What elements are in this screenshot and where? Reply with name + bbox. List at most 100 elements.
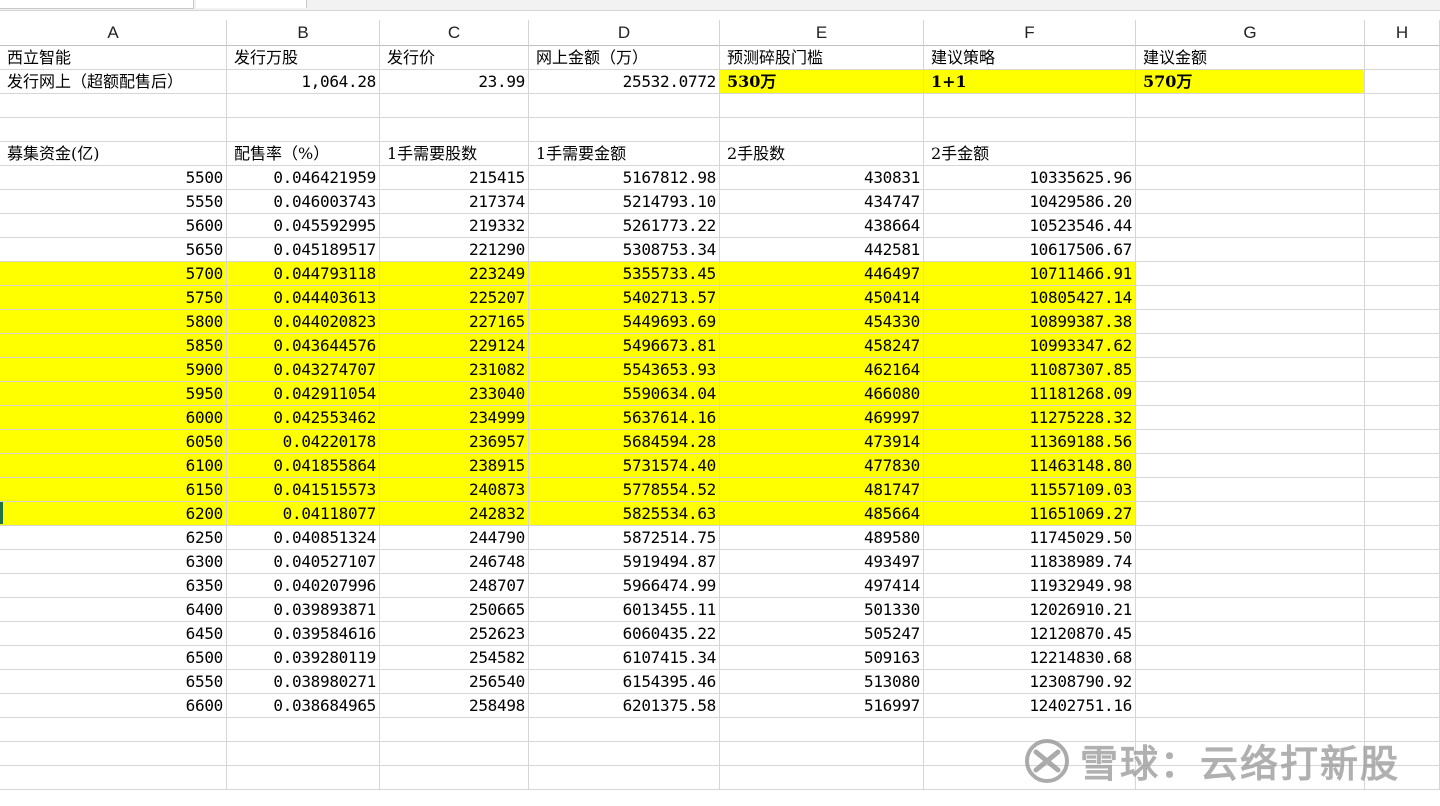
cell-allotment-rate[interactable]: 0.039584616: [227, 622, 380, 646]
empty-cell[interactable]: [529, 766, 720, 790]
cell-strategy-value[interactable]: 1+1: [924, 70, 1136, 94]
empty-cell[interactable]: [1365, 694, 1440, 718]
cell-two-lot-shares[interactable]: 489580: [720, 526, 924, 550]
cell-one-lot-shares[interactable]: 242832: [380, 502, 529, 526]
cell-allotment-rate[interactable]: 0.04220178: [227, 430, 380, 454]
empty-cell[interactable]: [1136, 526, 1365, 550]
empty-cell[interactable]: [227, 742, 380, 766]
cell-two-lot-shares[interactable]: 497414: [720, 574, 924, 598]
empty-cell[interactable]: [1365, 406, 1440, 430]
cell-allotment-rate[interactable]: 0.043644576: [227, 334, 380, 358]
cell-one-lot-amount[interactable]: 5214793.10: [529, 190, 720, 214]
cell-two-lot-amount[interactable]: 10711466.91: [924, 262, 1136, 286]
cell-one-lot-shares[interactable]: 221290: [380, 238, 529, 262]
header-one-lot-amount[interactable]: 1手需要金额: [529, 142, 720, 166]
cell-one-lot-shares[interactable]: 215415: [380, 166, 529, 190]
cell-raised-funds[interactable]: 5950: [0, 382, 227, 406]
cell-one-lot-shares[interactable]: 233040: [380, 382, 529, 406]
cell-two-lot-amount[interactable]: 11745029.50: [924, 526, 1136, 550]
cell-one-lot-shares[interactable]: 229124: [380, 334, 529, 358]
cell-one-lot-amount[interactable]: 6201375.58: [529, 694, 720, 718]
cell-one-lot-shares[interactable]: 231082: [380, 358, 529, 382]
empty-cell[interactable]: [380, 94, 529, 118]
empty-cell[interactable]: [1136, 166, 1365, 190]
cell-two-lot-amount[interactable]: 10993347.62: [924, 334, 1136, 358]
cell-allotment-rate[interactable]: 0.039893871: [227, 598, 380, 622]
cell-two-lot-shares[interactable]: 501330: [720, 598, 924, 622]
cell-allotment-rate[interactable]: 0.040527107: [227, 550, 380, 574]
cell-one-lot-amount[interactable]: 6060435.22: [529, 622, 720, 646]
empty-cell[interactable]: [380, 118, 529, 142]
empty-cell[interactable]: [1365, 598, 1440, 622]
cell-allotment-rate[interactable]: 0.039280119: [227, 646, 380, 670]
empty-cell[interactable]: [1365, 310, 1440, 334]
cell-one-lot-shares[interactable]: 248707: [380, 574, 529, 598]
cell-one-lot-shares[interactable]: 223249: [380, 262, 529, 286]
header-two-lot-amount[interactable]: 2手金额: [924, 142, 1136, 166]
cell-two-lot-shares[interactable]: 458247: [720, 334, 924, 358]
cell-issue-online-label[interactable]: 发行网上（超额配售后）: [0, 70, 227, 94]
empty-cell[interactable]: [0, 118, 227, 142]
header-two-lot-shares[interactable]: 2手股数: [720, 142, 924, 166]
cell-one-lot-shares[interactable]: 258498: [380, 694, 529, 718]
empty-cell[interactable]: [227, 766, 380, 790]
cell-one-lot-amount[interactable]: 5731574.40: [529, 454, 720, 478]
empty-cell[interactable]: [1365, 454, 1440, 478]
cell-one-lot-amount[interactable]: 5449693.69: [529, 310, 720, 334]
cell-allotment-rate[interactable]: 0.044020823: [227, 310, 380, 334]
cell-suggested-amount-label[interactable]: 建议金额: [1136, 46, 1365, 70]
cell-two-lot-shares[interactable]: 477830: [720, 454, 924, 478]
empty-cell[interactable]: [1136, 670, 1365, 694]
cell-allotment-rate[interactable]: 0.045189517: [227, 238, 380, 262]
cell-raised-funds[interactable]: 6250: [0, 526, 227, 550]
empty-cell[interactable]: [1365, 334, 1440, 358]
header-allotment-rate[interactable]: 配售率（%）: [227, 142, 380, 166]
cell-issue-price-value[interactable]: 23.99: [380, 70, 529, 94]
empty-cell[interactable]: [1136, 478, 1365, 502]
cell-allotment-rate[interactable]: 0.041855864: [227, 454, 380, 478]
cell-raised-funds[interactable]: 6200: [0, 502, 227, 526]
cell-one-lot-amount[interactable]: 6107415.34: [529, 646, 720, 670]
empty-cell[interactable]: [1136, 142, 1365, 166]
cell-two-lot-shares[interactable]: 469997: [720, 406, 924, 430]
cell-online-amount-value[interactable]: 25532.0772: [529, 70, 720, 94]
cell-raised-funds[interactable]: 5600: [0, 214, 227, 238]
cell-raised-funds[interactable]: 6600: [0, 694, 227, 718]
cell-two-lot-amount[interactable]: 11838989.74: [924, 550, 1136, 574]
empty-cell[interactable]: [1365, 358, 1440, 382]
empty-cell[interactable]: [720, 94, 924, 118]
empty-cell[interactable]: [1136, 430, 1365, 454]
cell-raised-funds[interactable]: 6000: [0, 406, 227, 430]
cell-two-lot-amount[interactable]: 12214830.68: [924, 646, 1136, 670]
cell-company-name[interactable]: 西立智能: [0, 46, 227, 70]
empty-cell[interactable]: [1365, 430, 1440, 454]
cell-issue-price-label[interactable]: 发行价: [380, 46, 529, 70]
cell-raised-funds[interactable]: 5650: [0, 238, 227, 262]
empty-cell[interactable]: [1136, 598, 1365, 622]
cell-suggested-amount-value[interactable]: 570万: [1136, 70, 1365, 94]
empty-cell[interactable]: [1136, 190, 1365, 214]
cell-two-lot-amount[interactable]: 12120870.45: [924, 622, 1136, 646]
cell-online-amount-label[interactable]: 网上金额（万）: [529, 46, 720, 70]
cell-raised-funds[interactable]: 6400: [0, 598, 227, 622]
empty-cell[interactable]: [1136, 238, 1365, 262]
cell-threshold-value[interactable]: 530万: [720, 70, 924, 94]
empty-cell[interactable]: [1365, 502, 1440, 526]
empty-cell[interactable]: [1365, 70, 1440, 94]
cell-one-lot-shares[interactable]: 219332: [380, 214, 529, 238]
column-header-h[interactable]: H: [1365, 20, 1440, 46]
cell-two-lot-shares[interactable]: 516997: [720, 694, 924, 718]
cell-one-lot-amount[interactable]: 5543653.93: [529, 358, 720, 382]
cell-one-lot-amount[interactable]: 5402713.57: [529, 286, 720, 310]
empty-cell[interactable]: [1365, 646, 1440, 670]
cell-allotment-rate[interactable]: 0.045592995: [227, 214, 380, 238]
cell-one-lot-amount[interactable]: 5590634.04: [529, 382, 720, 406]
cell-one-lot-shares[interactable]: 254582: [380, 646, 529, 670]
empty-cell[interactable]: [1136, 454, 1365, 478]
empty-cell[interactable]: [529, 742, 720, 766]
cell-two-lot-shares[interactable]: 450414: [720, 286, 924, 310]
cell-threshold-label[interactable]: 预测碎股门槛: [720, 46, 924, 70]
cell-one-lot-amount[interactable]: 5872514.75: [529, 526, 720, 550]
cell-two-lot-shares[interactable]: 481747: [720, 478, 924, 502]
cell-allotment-rate[interactable]: 0.046003743: [227, 190, 380, 214]
